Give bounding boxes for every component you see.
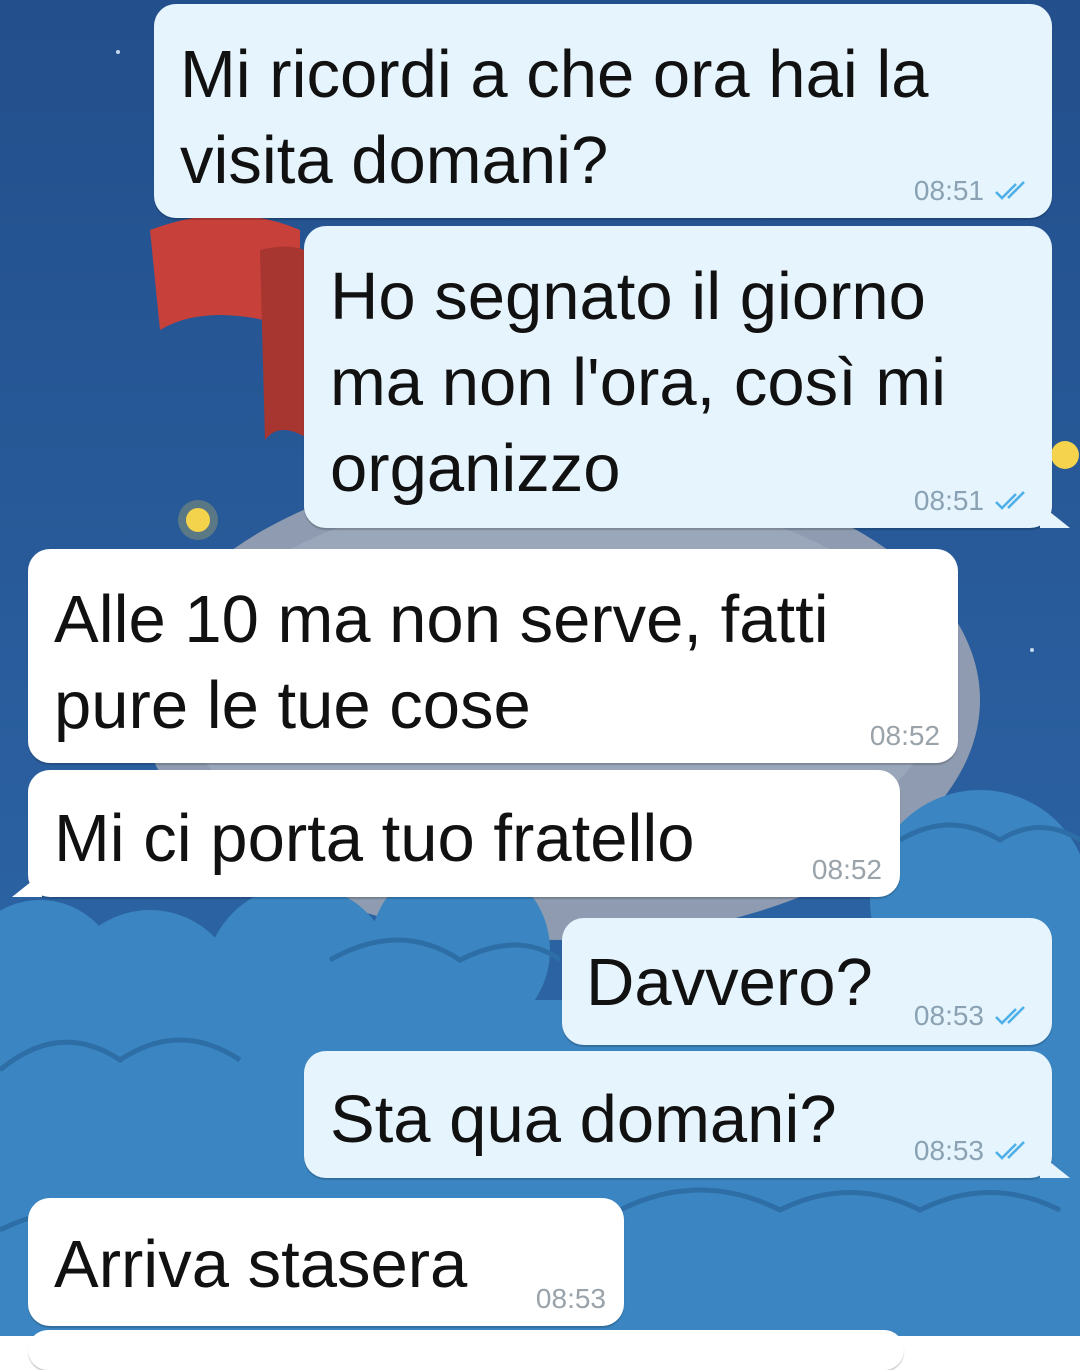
message-meta: 08:52 <box>870 721 940 751</box>
message-meta: 08:51 <box>914 176 1034 206</box>
message-time: 08:52 <box>869 720 940 751</box>
double-check-icon <box>995 491 1025 510</box>
double-check-icon <box>995 1141 1025 1160</box>
message-bubble-outgoing[interactable]: Davvero? 08:53 <box>562 918 1052 1045</box>
message-meta: 08:53 <box>914 1136 1034 1166</box>
message-text: Mi ci porta tuo fratello <box>54 801 695 876</box>
message-meta: 08:53 <box>914 1001 1034 1031</box>
double-check-icon <box>995 181 1025 200</box>
message-time: 08:52 <box>811 854 882 885</box>
double-check-icon <box>995 1006 1025 1025</box>
message-bubble-incoming[interactable]: Alle 10 ma non serve, fatti pure le tue … <box>28 549 958 763</box>
message-time: 08:53 <box>535 1283 606 1314</box>
message-text: Davvero? <box>586 945 873 1020</box>
message-text: Alle 10 ma non serve, fatti pure le tue … <box>54 582 829 743</box>
message-time: 08:53 <box>913 1135 984 1166</box>
message-bubble-outgoing[interactable]: Ho segnato il giorno ma non l'ora, così … <box>304 226 1070 528</box>
message-bubble-incoming-partial[interactable] <box>28 1330 904 1370</box>
message-text: Arriva stasera <box>54 1227 468 1302</box>
message-bubble-incoming[interactable]: Arriva stasera 08:53 <box>28 1198 624 1326</box>
message-bubble-outgoing[interactable]: Mi ricordi a che ora hai la visita doman… <box>154 4 1052 218</box>
message-text: Ho segnato il giorno ma non l'ora, così … <box>330 259 947 506</box>
message-time: 08:51 <box>913 175 984 206</box>
message-text: Sta qua domani? <box>330 1082 837 1157</box>
message-bubble-outgoing[interactable]: Sta qua domani? 08:53 <box>304 1051 1070 1178</box>
message-bubble-incoming[interactable]: Mi ci porta tuo fratello 08:52 <box>12 770 900 897</box>
message-time: 08:53 <box>913 1000 984 1031</box>
message-meta: 08:51 <box>914 486 1034 516</box>
message-meta: 08:52 <box>812 855 882 885</box>
message-text: Mi ricordi a che ora hai la visita doman… <box>180 37 929 198</box>
message-meta: 08:53 <box>536 1284 606 1314</box>
message-time: 08:51 <box>913 485 984 516</box>
